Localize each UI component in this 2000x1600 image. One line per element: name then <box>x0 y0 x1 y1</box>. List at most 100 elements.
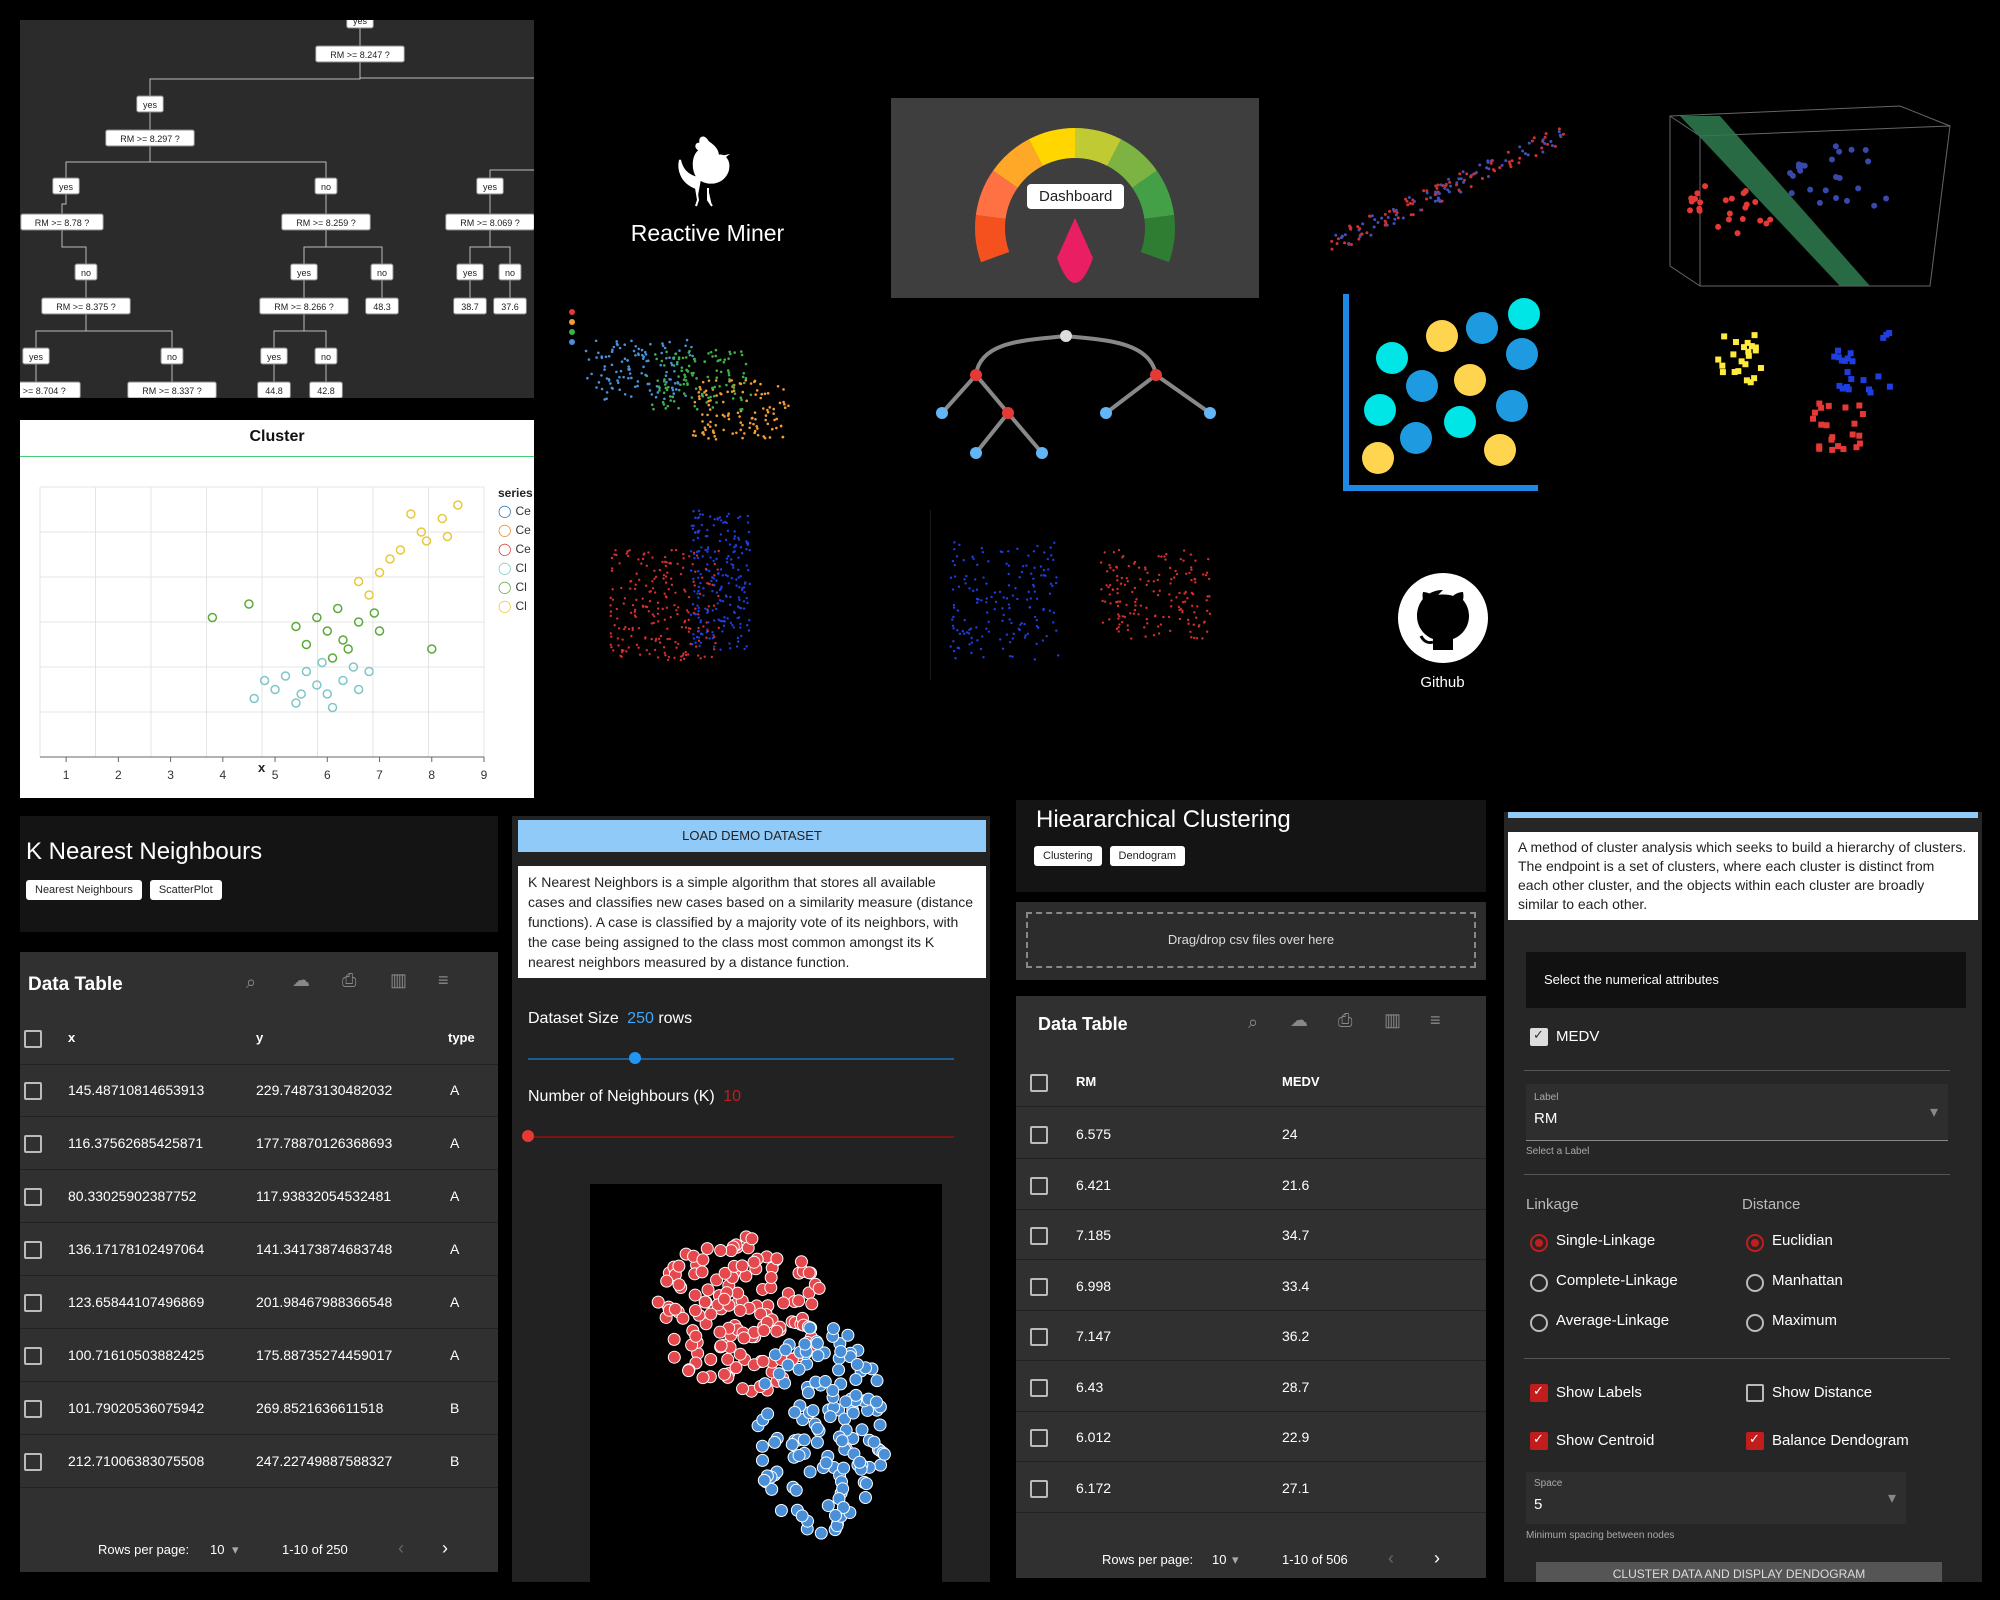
load-demo-button[interactable]: LOAD DEMO DATASET <box>518 820 986 852</box>
regression-thumbnail[interactable] <box>1320 110 1580 260</box>
row-checkbox[interactable] <box>1030 1479 1048 1498</box>
select-all-checkbox[interactable] <box>24 1030 42 1048</box>
table-row[interactable]: 6.43 28.7 <box>1016 1361 1486 1412</box>
row-checkbox[interactable] <box>1030 1378 1048 1397</box>
row-checkbox[interactable] <box>24 1400 42 1418</box>
row-checkbox[interactable] <box>1030 1277 1048 1296</box>
distance-radio[interactable] <box>1746 1274 1764 1292</box>
rows-per-page-select[interactable]: 10 <box>1212 1552 1226 1567</box>
col-header-x[interactable]: x <box>68 1030 75 1045</box>
distance-radio[interactable] <box>1746 1234 1764 1252</box>
chip-dendogram[interactable]: Dendogram <box>1109 846 1186 866</box>
linkage-option[interactable]: Complete-Linkage <box>1530 1272 1710 1294</box>
table-row[interactable]: 123.65844107496869 201.98467988366548 A <box>20 1276 498 1329</box>
space-select[interactable]: Space 5 ▾ <box>1526 1472 1906 1524</box>
filter-icon[interactable]: ≡ <box>438 970 449 991</box>
filter-icon[interactable]: ≡ <box>1430 1010 1441 1031</box>
chip-scatterplot[interactable]: ScatterPlot <box>149 880 222 900</box>
table-row[interactable]: 6.575 24 <box>1016 1108 1486 1159</box>
print-icon[interactable]: ⎙ <box>1338 1010 1352 1031</box>
legend-item[interactable]: ◯ Cl <box>498 599 534 618</box>
medv-checkbox[interactable] <box>1530 1027 1548 1046</box>
linkage-radio[interactable] <box>1530 1234 1548 1252</box>
distance-option[interactable]: Maximum <box>1746 1312 1926 1334</box>
table-row[interactable]: 6.172 27.1 <box>1016 1462 1486 1513</box>
show-centroid-checkbox[interactable] <box>1530 1431 1548 1450</box>
distance-option[interactable]: Manhattan <box>1746 1272 1926 1294</box>
chevron-right-icon[interactable]: › <box>1434 1548 1440 1569</box>
table-row[interactable]: 6.012 22.9 <box>1016 1411 1486 1462</box>
search-icon[interactable]: ⌕ <box>246 972 256 993</box>
neighbours-thumb[interactable] <box>522 1130 534 1142</box>
svm-3d-thumbnail[interactable] <box>1660 96 1960 296</box>
row-checkbox[interactable] <box>1030 1126 1048 1144</box>
columns-icon[interactable]: ▥ <box>390 970 407 991</box>
row-checkbox[interactable] <box>1030 1227 1048 1245</box>
table-row[interactable]: 101.79020536075942 269.8521636611518 B <box>20 1382 498 1435</box>
linkage-radio[interactable] <box>1530 1314 1548 1332</box>
legend-item[interactable]: ◯ Cl <box>498 580 534 599</box>
github-link[interactable]: Github <box>1380 572 1505 712</box>
knn-thumbnail[interactable] <box>600 500 820 700</box>
cluster-button[interactable]: CLUSTER DATA AND DISPLAY DENDOGRAM <box>1536 1562 1942 1582</box>
distance-option[interactable]: Euclidian <box>1746 1232 1926 1254</box>
table-row[interactable]: 145.48710814653913 229.74873130482032 A <box>20 1064 498 1117</box>
chip-nearest-neighbours[interactable]: Nearest Neighbours <box>26 880 142 900</box>
columns-icon[interactable]: ▥ <box>1384 1010 1401 1031</box>
col-header-rm[interactable]: RM <box>1076 1074 1096 1089</box>
linkage-option[interactable]: Single-Linkage <box>1530 1232 1710 1254</box>
balance-dendogram-checkbox[interactable] <box>1746 1431 1764 1450</box>
show-distance-checkbox[interactable] <box>1746 1384 1764 1402</box>
table-row[interactable]: 7.185 34.7 <box>1016 1209 1486 1260</box>
col-header-medv[interactable]: MEDV <box>1282 1074 1320 1089</box>
label-select[interactable]: Label RM ▾ <box>1526 1084 1948 1141</box>
chevron-left-icon[interactable]: ‹ <box>1388 1548 1394 1569</box>
row-checkbox[interactable] <box>24 1188 42 1206</box>
print-icon[interactable]: ⎙ <box>342 970 356 991</box>
linkage-option[interactable]: Average-Linkage <box>1530 1312 1710 1334</box>
row-checkbox[interactable] <box>1030 1328 1048 1346</box>
reactive-miner-logo[interactable]: Reactive Miner <box>600 130 815 260</box>
col-header-y[interactable]: y <box>256 1030 263 1045</box>
chip-clustering[interactable]: Clustering <box>1034 846 1102 866</box>
table-row[interactable]: 116.37562685425871 177.78870126368693 A <box>20 1117 498 1170</box>
col-header-type[interactable]: type <box>448 1030 475 1045</box>
linkage-radio[interactable] <box>1530 1274 1548 1292</box>
csv-dropzone[interactable]: Drag/drop csv files over here <box>1016 902 1486 980</box>
chevron-left-icon[interactable]: ‹ <box>398 1538 404 1559</box>
table-row[interactable]: 136.17178102497064 141.34173874683748 A <box>20 1223 498 1276</box>
row-checkbox[interactable] <box>24 1241 42 1259</box>
row-checkbox[interactable] <box>24 1347 42 1365</box>
select-all-checkbox[interactable] <box>1030 1074 1048 1092</box>
legend-item[interactable]: ◯ Cl <box>498 561 534 580</box>
dataset-size-thumb[interactable] <box>628 1052 641 1064</box>
table-row[interactable]: 212.71006383075508 247.22749887588327 B <box>20 1435 498 1488</box>
table-row[interactable]: 7.147 36.2 <box>1016 1310 1486 1361</box>
row-checkbox[interactable] <box>1030 1176 1048 1195</box>
table-row[interactable]: 6.998 33.4 <box>1016 1260 1486 1311</box>
chevron-right-icon[interactable]: › <box>442 1538 448 1559</box>
legend-item[interactable]: ◯ Ce <box>498 542 534 561</box>
search-icon[interactable]: ⌕ <box>1248 1012 1258 1033</box>
row-checkbox[interactable] <box>24 1453 42 1471</box>
row-checkbox[interactable] <box>24 1135 42 1153</box>
dendrogram-thumbnail[interactable] <box>920 320 1220 470</box>
kmeans-thumbnail[interactable] <box>560 300 830 470</box>
dashboard-gauge-card[interactable]: Dashboard <box>891 98 1259 298</box>
dataset-size-slider[interactable] <box>528 1052 954 1064</box>
rows-per-page-select[interactable]: 10 <box>210 1542 224 1557</box>
table-row[interactable]: 6.421 21.6 <box>1016 1159 1486 1210</box>
table-row[interactable]: 80.33025902387752 117.93832054532481 A <box>20 1170 498 1223</box>
distance-radio[interactable] <box>1746 1314 1764 1332</box>
cloud-download-icon[interactable]: ☁ <box>292 970 310 991</box>
show-labels-checkbox[interactable] <box>1530 1383 1548 1402</box>
table-row[interactable]: 100.71610503882425 175.88735274459017 A <box>20 1329 498 1382</box>
cloud-download-icon[interactable]: ☁ <box>1290 1010 1308 1031</box>
row-checkbox[interactable] <box>24 1082 42 1100</box>
square-cluster-thumbnail[interactable] <box>1700 320 1920 470</box>
legend-item[interactable]: ◯ Ce <box>498 523 534 542</box>
row-checkbox[interactable] <box>1030 1429 1048 1447</box>
row-checkbox[interactable] <box>24 1294 42 1312</box>
knn-thumbnail-2[interactable] <box>930 510 1230 690</box>
bubble-cluster-thumbnail[interactable] <box>1340 290 1550 500</box>
